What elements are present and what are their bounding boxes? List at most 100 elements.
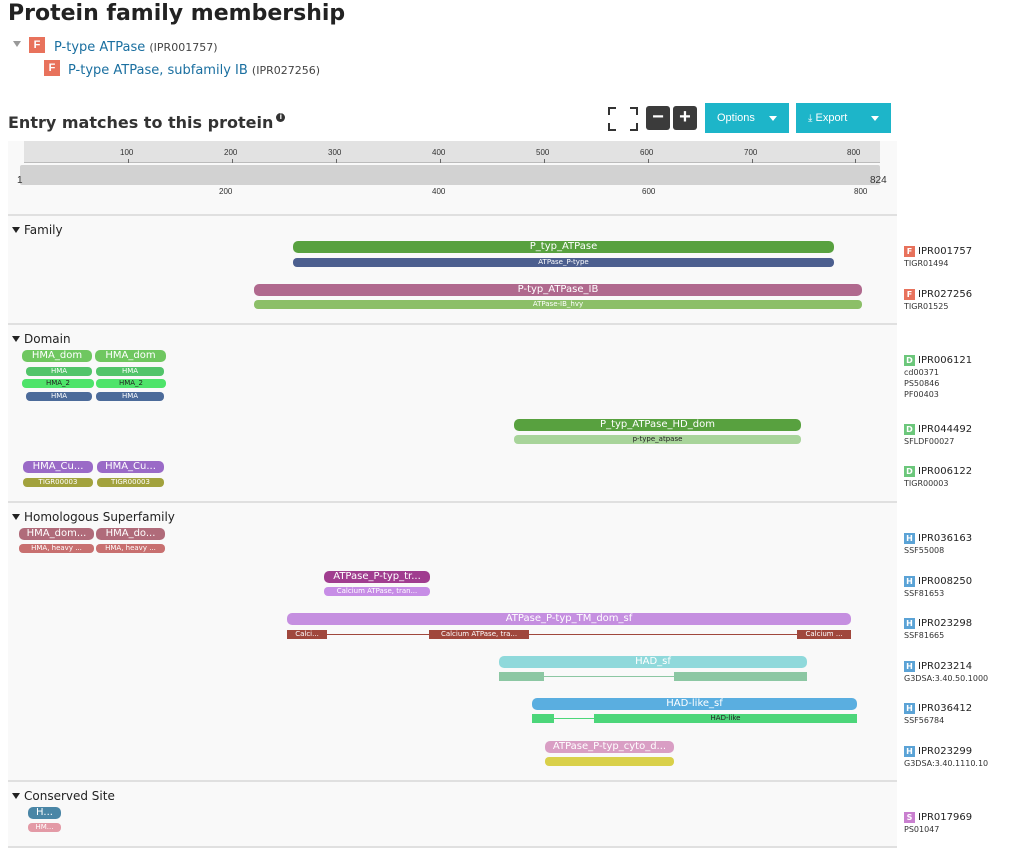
entry-accession[interactable]: IPR017969 [918,812,972,823]
feature-bar[interactable]: HMA, heavy ... [96,544,165,553]
feature-bar[interactable] [545,757,674,766]
entry-type-badge-icon: D [904,424,915,435]
entry-type-badge-icon: H [904,746,915,757]
entry-ipr008250[interactable]: H IPR008250 SSF81653 [904,569,972,599]
signature-accession[interactable]: G3DSA:3.40.1110.10 [904,758,988,769]
entry-ipr023214[interactable]: H IPR023214 G3DSA:3.40.50.1000 [904,654,988,684]
feature-bar[interactable]: HMA_dom [22,350,92,362]
entry-accession[interactable]: IPR001757 [918,246,972,257]
signature-accession[interactable]: SSF81665 [904,630,972,641]
entry-accession[interactable]: IPR023299 [918,746,972,757]
entry-ipr036412[interactable]: H IPR036412 SSF56784 [904,696,972,726]
feature-bar[interactable]: HMA_dom [95,350,166,362]
signature-accession[interactable]: SSF56784 [904,715,972,726]
connector-line [550,718,600,719]
feature-bar[interactable]: HAD-like [594,714,857,723]
feature-bar[interactable]: HMA_do... [96,528,165,540]
signature-accession[interactable]: PS01047 [904,824,972,835]
entry-accession[interactable]: IPR023298 [918,618,972,629]
signature-accession[interactable]: TIGR00003 [904,478,972,489]
feature-bar[interactable]: P_typ_ATPase [293,241,834,253]
feature-bar[interactable]: HMA [96,367,164,376]
connector-line [325,634,801,635]
entry-ipr036163[interactable]: H IPR036163 SSF55008 [904,526,972,556]
entry-accession[interactable]: IPR006122 [918,466,972,477]
feature-bar[interactable]: H... [28,807,61,819]
ruler-tick-mark [544,159,545,163]
entry-ipr023299[interactable]: H IPR023299 G3DSA:3.40.1110.10 [904,739,988,769]
entry-ipr017969[interactable]: S IPR017969 PS01047 [904,805,972,835]
zoom-out-button[interactable]: − [646,106,670,130]
entry-ipr006122[interactable]: D IPR006122 TIGR00003 [904,459,972,489]
entry-ipr023298[interactable]: H IPR023298 SSF81665 [904,611,972,641]
feature-bar[interactable]: HMA_dom... [19,528,94,540]
collapse-icon[interactable] [13,41,21,47]
signature-accession[interactable]: G3DSA:3.40.50.1000 [904,673,988,684]
feature-bar[interactable]: P-typ_ATPase_IB [254,284,862,296]
feature-bar[interactable]: HMA, heavy ... [19,544,94,553]
signature-accession[interactable]: PS50846 [904,378,972,389]
feature-bar[interactable]: Calci... [287,630,327,639]
feature-bar[interactable]: TIGR00003 [23,478,93,487]
entry-type-badge-icon: D [904,466,915,477]
entry-accession[interactable]: IPR036163 [918,533,972,544]
section-family-toggle[interactable]: Family [12,223,63,237]
info-icon[interactable]: i [276,113,286,122]
signature-accession[interactable]: PF00403 [904,389,972,400]
feature-bar-segment[interactable] [499,672,544,681]
signature-accession[interactable]: SFLDF00027 [904,436,972,447]
feature-bar[interactable]: ATPase_P-typ_tr... [324,571,430,583]
entry-ipr001757[interactable]: F IPR001757 TIGR01494 [904,239,972,269]
entry-ipr044492[interactable]: D IPR044492 SFLDF00027 [904,417,972,447]
signature-accession[interactable]: cd00371 [904,367,972,378]
feature-bar[interactable]: HAD_sf [499,656,807,668]
entry-accession[interactable]: IPR006121 [918,355,972,366]
entry-accession[interactable]: IPR008250 [918,576,972,587]
section-conserved-toggle[interactable]: Conserved Site [12,789,115,803]
signature-accession[interactable]: SSF55008 [904,545,972,556]
family-link-subfamily-ib[interactable]: P-type ATPase, subfamily IB (IPR027256) [68,63,320,78]
feature-bar[interactable]: ATPase-IB_hvy [254,300,862,309]
feature-bar[interactable]: HMA_Cu... [23,461,93,473]
signature-accession[interactable]: SSF81653 [904,588,972,599]
feature-bar[interactable]: p-type_atpase [514,435,801,444]
ruler-tick-mark [128,159,129,163]
feature-bar[interactable]: ATPase_P-typ_cyto_d... [545,741,674,753]
family-link-ptype-atpase[interactable]: P-type ATPase (IPR001757) [54,40,218,55]
feature-bar[interactable]: HM... [28,823,61,832]
feature-bar[interactable]: HMA [26,392,92,401]
entry-ipr027256[interactable]: F IPR027256 TIGR01525 [904,282,972,312]
feature-bar[interactable]: Calcium ... [797,630,851,639]
feature-bar[interactable]: HMA_Cu... [97,461,164,473]
feature-bar-segment[interactable] [674,672,807,681]
section-domain-toggle[interactable]: Domain [12,332,71,346]
feature-bar-segment[interactable] [532,714,554,723]
entry-ipr006121[interactable]: D IPR006121 cd00371 PS50846 PF00403 [904,348,972,400]
feature-bar[interactable]: HMA_2 [22,379,94,388]
feature-bar[interactable]: HMA [26,367,92,376]
export-button[interactable]: ⤓ Export [796,103,891,133]
feature-bar[interactable]: Calcium ATPase, tran... [324,587,430,596]
entry-type-badge-icon: F [904,246,915,257]
signature-accession[interactable]: TIGR01494 [904,258,972,269]
entry-accession[interactable]: IPR044492 [918,424,972,435]
feature-bar[interactable]: Calcium ATPase, tra... [429,630,529,639]
signature-accession[interactable]: TIGR01525 [904,301,972,312]
ruler-slider[interactable] [20,165,880,185]
feature-bar[interactable]: ATPase_P-typ_TM_dom_sf [287,613,851,625]
entry-accession[interactable]: IPR023214 [918,661,972,672]
feature-bar[interactable]: HMA [96,392,164,401]
zoom-in-button[interactable]: + [673,106,697,130]
entry-accession[interactable]: IPR036412 [918,703,972,714]
section-homologous-toggle[interactable]: Homologous Superfamily [12,510,175,524]
feature-bar[interactable]: P_typ_ATPase_HD_dom [514,419,801,431]
fullscreen-icon[interactable] [608,107,638,131]
entry-accession[interactable]: IPR027256 [918,289,972,300]
options-button[interactable]: Options [705,103,789,133]
feature-bar[interactable]: HAD-like_sf [532,698,857,710]
feature-bar[interactable]: HMA_2 [96,379,166,388]
feature-bar[interactable]: ATPase_P-type [293,258,834,267]
entry-type-badge-icon: D [904,355,915,366]
chevron-down-icon [871,116,879,121]
feature-bar[interactable]: TIGR00003 [97,478,164,487]
